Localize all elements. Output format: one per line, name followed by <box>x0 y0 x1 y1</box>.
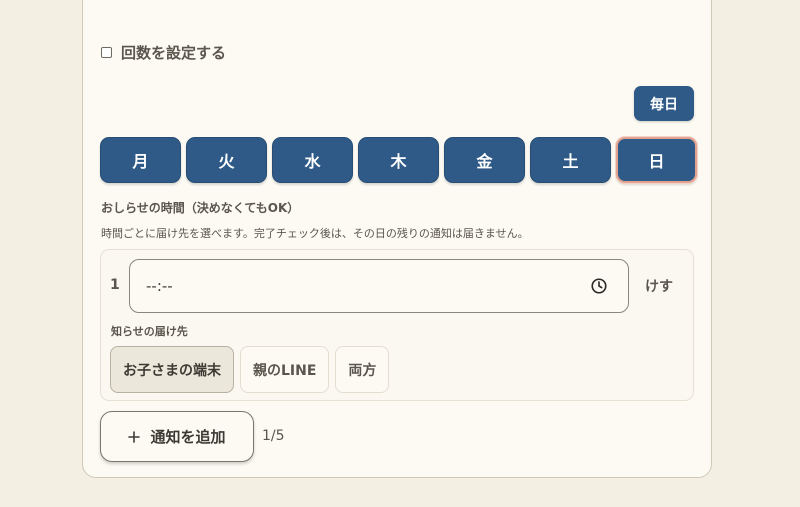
plus-icon <box>128 430 141 443</box>
day-button-tue[interactable]: 火 <box>186 137 267 183</box>
time-input[interactable]: --:-- <box>129 259 629 313</box>
day-button-wed[interactable]: 水 <box>272 137 353 183</box>
day-button-sat[interactable]: 土 <box>530 137 611 183</box>
delete-button[interactable]: けす <box>645 276 673 296</box>
count-setting-label: 回数を設定する <box>121 44 227 62</box>
day-selector: 月 火 水 木 金 土 日 <box>100 137 697 183</box>
notification-counter: 1/5 <box>262 428 285 444</box>
clock-icon[interactable] <box>590 277 608 295</box>
day-button-sun[interactable]: 日 <box>616 137 697 183</box>
notification-time-title: おしらせの時間（決めなくてもOK） <box>101 201 300 215</box>
day-button-mon[interactable]: 月 <box>100 137 181 183</box>
add-notification-button[interactable]: 通知を追加 <box>100 411 254 462</box>
notification-row-index: 1 <box>110 277 120 293</box>
count-setting-row[interactable]: 回数を設定する <box>101 42 226 63</box>
notification-time-description: 時間ごとに届け先を選べます。完了チェック後は、その日の残りの通知は届きません。 <box>101 227 529 240</box>
destination-label: 知らせの届け先 <box>111 325 188 338</box>
destination-options: お子さまの端末 親のLINE 両方 <box>110 346 390 393</box>
everyday-button[interactable]: 毎日 <box>634 86 694 121</box>
add-notification-label: 通知を追加 <box>150 428 226 446</box>
destination-parent-line[interactable]: 親のLINE <box>240 346 330 393</box>
day-button-thu[interactable]: 木 <box>358 137 439 183</box>
destination-both[interactable]: 両方 <box>335 346 390 393</box>
destination-child-device[interactable]: お子さまの端末 <box>110 346 234 393</box>
day-button-fri[interactable]: 金 <box>444 137 525 183</box>
time-input-value: --:-- <box>146 277 173 295</box>
count-setting-checkbox[interactable] <box>101 47 112 58</box>
